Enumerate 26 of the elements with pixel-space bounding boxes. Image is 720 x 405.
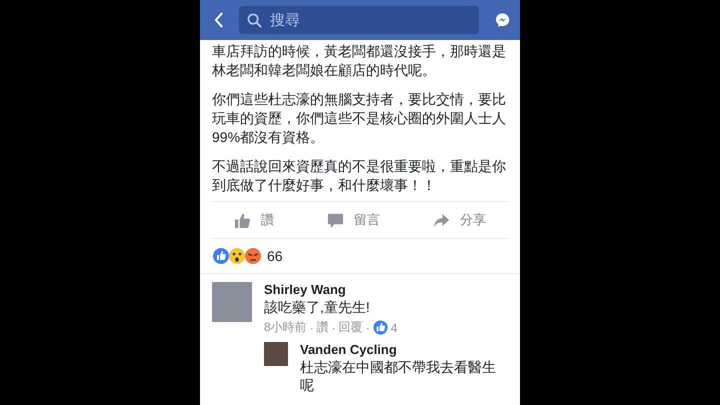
speech-bubble-icon: [327, 212, 344, 228]
like-badge-icon: [372, 320, 388, 335]
comment-text: 杜志濠在中國都不帶我去看醫生呢: [300, 358, 497, 394]
search-field[interactable]: 搜尋: [268, 5, 471, 35]
post-paragraph: 你們這些杜志濠的無腦支持者，要比交情，要比玩車的資歷，你們這些不是核心圈的外圍人士人99%都沒有資格。: [212, 90, 507, 147]
comment-time: 8小時前: [264, 319, 307, 336]
comment-author[interactable]: Vanden Cycling: [300, 342, 508, 358]
thumbs-up-icon: [234, 212, 251, 228]
reaction-icons[interactable]: [212, 247, 262, 265]
separator-dot: ·: [310, 320, 314, 334]
reaction-count[interactable]: 66: [267, 248, 283, 264]
reply-link[interactable]: 回覆: [338, 319, 363, 336]
share-arrow-icon: [433, 212, 450, 228]
search-icon: [246, 12, 262, 28]
separator-dot: ·: [366, 320, 370, 334]
action-button[interactable]: 讚: [212, 202, 296, 238]
separator-dot: ·: [332, 320, 336, 334]
post-paragraph: 車店拜訪的時候，黃老闆都還沒接手，那時還是林老闆和韓老闆娘在顧店的時代呢。: [212, 42, 507, 80]
action-button[interactable]: 留言: [305, 202, 402, 238]
like-link[interactable]: 讚: [316, 319, 329, 336]
like-count: 4: [390, 320, 398, 334]
search-bar[interactable]: 搜尋: [238, 6, 479, 34]
comment-author[interactable]: Shirley Wang: [264, 282, 508, 298]
comment-text: 該吃藥了,童先生!: [264, 298, 371, 316]
post-paragraph: 不過話說回來資歷真的不是很重要啦，重點是你到底做了什麼好事，和什麼壞事！！: [212, 157, 507, 195]
action-button[interactable]: 分享: [411, 202, 508, 238]
